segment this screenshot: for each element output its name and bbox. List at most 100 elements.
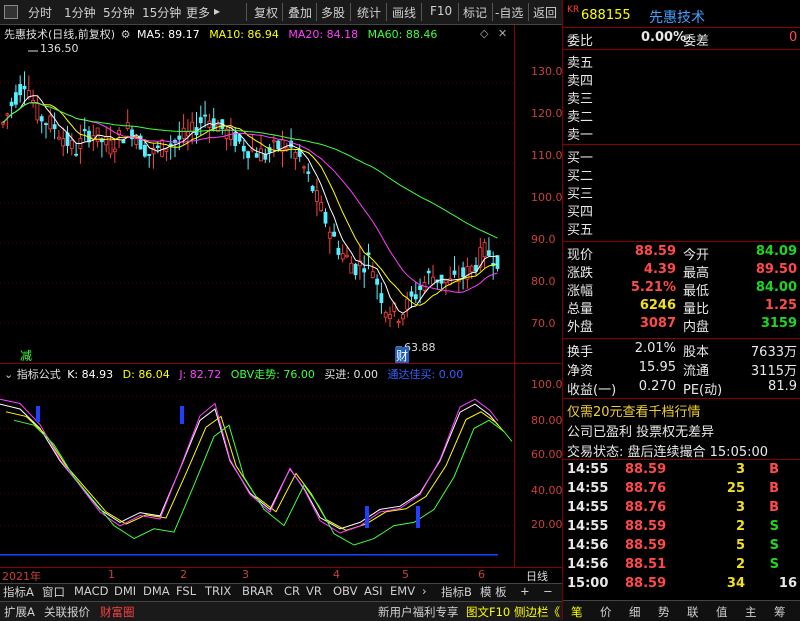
tab-window[interactable]: 窗口 (42, 584, 65, 600)
sell-level-label: 卖一 (567, 128, 594, 143)
tool-diejia-button[interactable]: 叠加 (288, 4, 312, 20)
tool-back-button[interactable]: 返回 (533, 4, 557, 20)
buy-level-row[interactable]: 买五 (563, 219, 800, 238)
stat-row: 换手 2.01% 股本 7633万 (563, 341, 800, 360)
tool-f10-button[interactable]: F10 (430, 4, 452, 20)
sell-level-row[interactable]: 卖五 (563, 52, 800, 71)
tab-emv[interactable]: EMV (390, 584, 415, 600)
buy-level-label: 买三 (567, 187, 594, 202)
main-chart-pane[interactable]: 先惠技术(日线,前复权) ⚙ MA5: 89.17 MA10: 86.94 MA… (0, 25, 563, 364)
tick-side: S (769, 557, 779, 572)
tool-duogu-button[interactable]: 多股 (321, 4, 345, 20)
weicha-value: 0 (789, 30, 798, 45)
add-pane-button[interactable]: + (520, 584, 530, 600)
sell-level-row[interactable]: 卖一 (563, 124, 800, 143)
ind-tick: 20.00 (531, 518, 563, 531)
panel-tab-zhu[interactable]: 主 (745, 604, 757, 620)
panel-tab-chou[interactable]: 筹 (774, 604, 786, 620)
new-user-benefit-link[interactable]: 新用户福利专享 (378, 604, 459, 620)
time-label: 5 (402, 568, 409, 581)
tab-trix[interactable]: TRIX (205, 584, 231, 600)
stock-code[interactable]: 688155 (581, 8, 631, 23)
related-quote-button[interactable]: 关联报价 (44, 604, 90, 620)
remove-pane-button[interactable]: − (543, 584, 553, 600)
tick-volume: 25 (726, 481, 745, 496)
stat-value: 2.01% (634, 341, 676, 356)
tool-huaxian-button[interactable]: 画线 (392, 4, 416, 20)
stat-row: 涨跌 4.39 最高 89.50 (563, 262, 800, 281)
period-tab-15min[interactable]: 15分钟 (142, 4, 181, 20)
tick-time: 14:56 (567, 557, 609, 572)
ind-tick: 40.00 (531, 484, 563, 497)
stat-value: 81.9 (768, 379, 797, 394)
diamond-icon[interactable]: ◇ (480, 27, 488, 40)
tab-brar[interactable]: BRAR (242, 584, 273, 600)
tab-cr[interactable]: CR (284, 584, 300, 600)
tool-biaoji-button[interactable]: 标记 (463, 4, 487, 20)
sidebar-toggle-button[interactable]: 侧边栏《 (514, 604, 560, 620)
tool-tongji-button[interactable]: 统计 (357, 4, 381, 20)
tab-vr[interactable]: VR (306, 584, 322, 600)
panel-tab-shi[interactable]: 势 (658, 604, 670, 620)
buy-level-row[interactable]: 买一 (563, 147, 800, 166)
period-tab-5min[interactable]: 5分钟 (103, 4, 135, 20)
panel-tab-bi[interactable]: 笔 (571, 604, 583, 620)
stat-label: 最高 (683, 266, 710, 281)
buy-level-row[interactable]: 买三 (563, 183, 800, 202)
tab-asi[interactable]: ASI (364, 584, 383, 600)
daily-period-label[interactable]: 日线 (526, 568, 548, 584)
promo-row[interactable]: 仅需20元查看千档行情 (563, 401, 800, 420)
sell-level-label: 卖四 (567, 74, 594, 89)
tab-dma[interactable]: DMA (143, 584, 170, 600)
more-caret-icon[interactable]: ▸ (214, 4, 220, 20)
stat-value: 7633万 (750, 345, 797, 360)
stat-label: 量比 (683, 302, 710, 317)
panel-tab-jia[interactable]: 价 (600, 604, 612, 620)
tick-volume: 34 (726, 576, 745, 591)
wealth-circle-button[interactable]: 财富圈 (100, 604, 135, 620)
tick-side: B (769, 462, 779, 477)
tab-macd[interactable]: MACD (74, 584, 108, 600)
jian-tag[interactable]: 减 (20, 347, 32, 364)
tab-indicator-a[interactable]: 指标A (3, 584, 34, 600)
tab-obv[interactable]: OBV (333, 584, 357, 600)
tab-indicator-b[interactable]: 指标B (441, 584, 472, 600)
tick-side: 16 (778, 576, 797, 591)
promo-text[interactable]: 仅需20元查看千档行情 (567, 401, 701, 420)
buy-level-row[interactable]: 买四 (563, 201, 800, 220)
sell-level-row[interactable]: 卖二 (563, 106, 800, 125)
stat-value: 15.95 (638, 360, 676, 375)
tab-template[interactable]: 模 板 (480, 584, 507, 600)
period-tab-more[interactable]: 更多 (186, 4, 210, 20)
stat-label: 流通 (683, 364, 710, 379)
price-tick: 120.0 (531, 107, 563, 120)
chart-settings-icon[interactable]: ⚙ (121, 28, 131, 41)
tool-zixuan-button[interactable]: -自选 (495, 4, 523, 20)
menu-icon[interactable] (4, 5, 18, 19)
panel-tab-xi[interactable]: 细 (629, 604, 641, 620)
tab-dmi[interactable]: DMI (114, 584, 136, 600)
sell-level-row[interactable]: 卖三 (563, 88, 800, 107)
period-tab-1min[interactable]: 1分钟 (64, 4, 96, 20)
stat-label: 换手 (567, 345, 594, 360)
ind-tick: 80.00 (531, 414, 563, 427)
buy-level-row[interactable]: 买二 (563, 165, 800, 184)
panel-tab-lian[interactable]: 联 (687, 604, 699, 620)
pane-close-icon[interactable]: ✕ (498, 27, 507, 40)
cai-tag[interactable]: 财 (395, 347, 410, 364)
f10-graphic-button[interactable]: 图文F10 (466, 604, 510, 620)
expand-a-button[interactable]: 扩展A (4, 604, 35, 620)
sell-level-row[interactable]: 卖四 (563, 70, 800, 89)
panel-tab-zhi[interactable]: 值 (716, 604, 728, 620)
stock-name[interactable]: 先惠技术 (649, 7, 705, 27)
tool-fuquan-button[interactable]: 复权 (254, 4, 278, 20)
time-label: 2021年 (2, 570, 41, 583)
period-tab-fenshi[interactable]: 分时 (28, 4, 52, 20)
tick-time: 14:55 (567, 500, 609, 515)
indicator-pane[interactable]: ⌄ 指标公式 K: 84.93 D: 86.04 J: 82.72 OBV走势:… (0, 363, 563, 568)
tabs-scroll-right-icon[interactable]: › (422, 584, 427, 600)
buy-level-label: 买一 (567, 151, 594, 166)
stat-row: 外盘 3087 内盘 3159 (563, 316, 800, 335)
tick-volume: 3 (735, 462, 745, 477)
tab-fsl[interactable]: FSL (176, 584, 196, 600)
